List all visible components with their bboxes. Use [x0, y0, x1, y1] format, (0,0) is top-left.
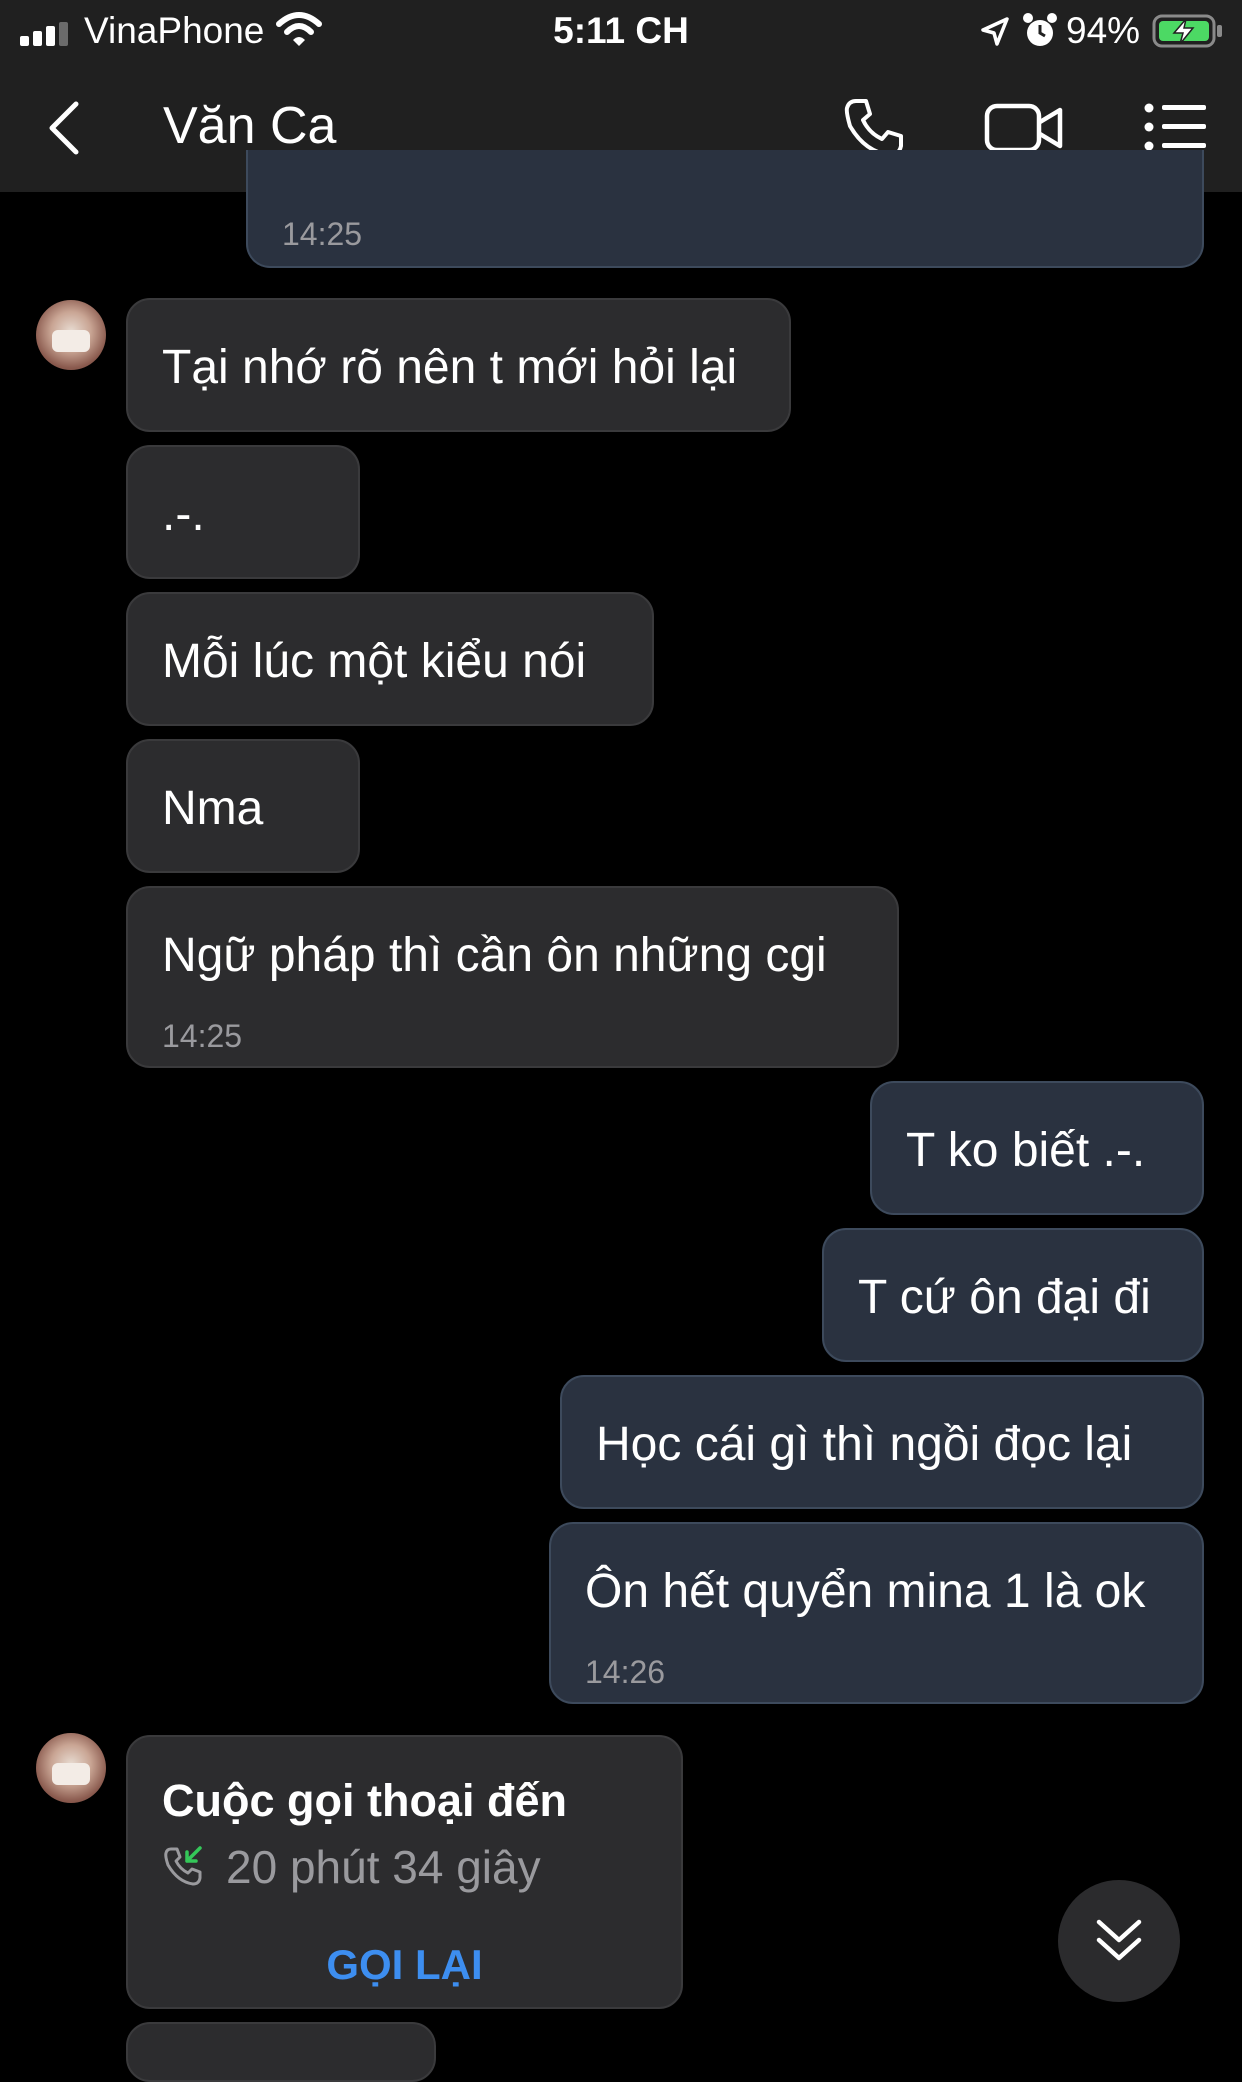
video-call-icon[interactable]: [984, 100, 1064, 156]
message-bubble-outgoing[interactable]: 14:25: [246, 150, 1204, 268]
message-text: Ôn hết quyển mina 1 là ok: [585, 1565, 1146, 1618]
message-bubble-incoming[interactable]: [126, 2022, 436, 2082]
message-text: Học cái gì thì ngồi đọc lại: [596, 1418, 1133, 1471]
message-text: T cứ ôn đại đi: [858, 1271, 1151, 1324]
message-text: Nma: [162, 782, 264, 835]
message-bubble-outgoing[interactable]: T cứ ôn đại đi: [822, 1228, 1204, 1362]
menu-list-icon[interactable]: [1144, 102, 1206, 152]
call-card[interactable]: Cuộc gọi thoại đến 20 phút 34 giây GỌI L…: [126, 1735, 683, 2009]
message-text: T ko biết .-.: [906, 1124, 1146, 1177]
message-bubble-outgoing[interactable]: Ôn hết quyển mina 1 là ok 14:26: [549, 1522, 1204, 1704]
message-text: Tại nhớ rõ nên t mới hỏi lại: [162, 341, 738, 394]
message-time: 14:25: [162, 1018, 243, 1054]
alarm-icon: [1023, 13, 1057, 46]
contact-name[interactable]: Văn Ca: [163, 96, 336, 156]
message-text: Mỗi lúc một kiểu nói: [162, 635, 587, 688]
avatar[interactable]: [36, 300, 106, 370]
location-icon: [981, 17, 1009, 46]
message-bubble-incoming[interactable]: Mỗi lúc một kiểu nói: [126, 592, 654, 726]
battery-charging-icon: [1152, 14, 1222, 48]
message-bubble-outgoing[interactable]: T ko biết .-.: [870, 1081, 1204, 1215]
message-text: Ngữ pháp thì cần ôn những cgi: [162, 929, 827, 982]
back-button[interactable]: [44, 100, 84, 156]
avatar[interactable]: [36, 1733, 106, 1803]
message-bubble-incoming[interactable]: Tại nhớ rõ nên t mới hỏi lại: [126, 298, 791, 432]
battery-percent: 94%: [1066, 10, 1141, 51]
message-bubble-incoming[interactable]: Ngữ pháp thì cần ôn những cgi 14:25: [126, 886, 899, 1068]
incoming-call-icon: [164, 1846, 202, 1886]
call-duration: 20 phút 34 giây: [226, 1841, 541, 1893]
call-title: Cuộc gọi thoại đến: [162, 1775, 567, 1826]
double-chevron-down-icon: [1096, 1919, 1142, 1961]
message-text: .-.: [162, 488, 205, 541]
call-back-button[interactable]: GỌI LẠI: [128, 1935, 681, 1995]
message-bubble-incoming[interactable]: .-.: [126, 445, 360, 579]
message-bubble-outgoing[interactable]: Học cái gì thì ngồi đọc lại: [560, 1375, 1204, 1509]
message-time: 14:25: [282, 216, 363, 252]
scroll-to-bottom-button[interactable]: [1058, 1880, 1180, 2002]
message-bubble-incoming[interactable]: Nma: [126, 739, 360, 873]
message-time: 14:26: [585, 1654, 666, 1690]
status-bar: VinaPhone 5:11 CH 94%: [0, 0, 1242, 64]
